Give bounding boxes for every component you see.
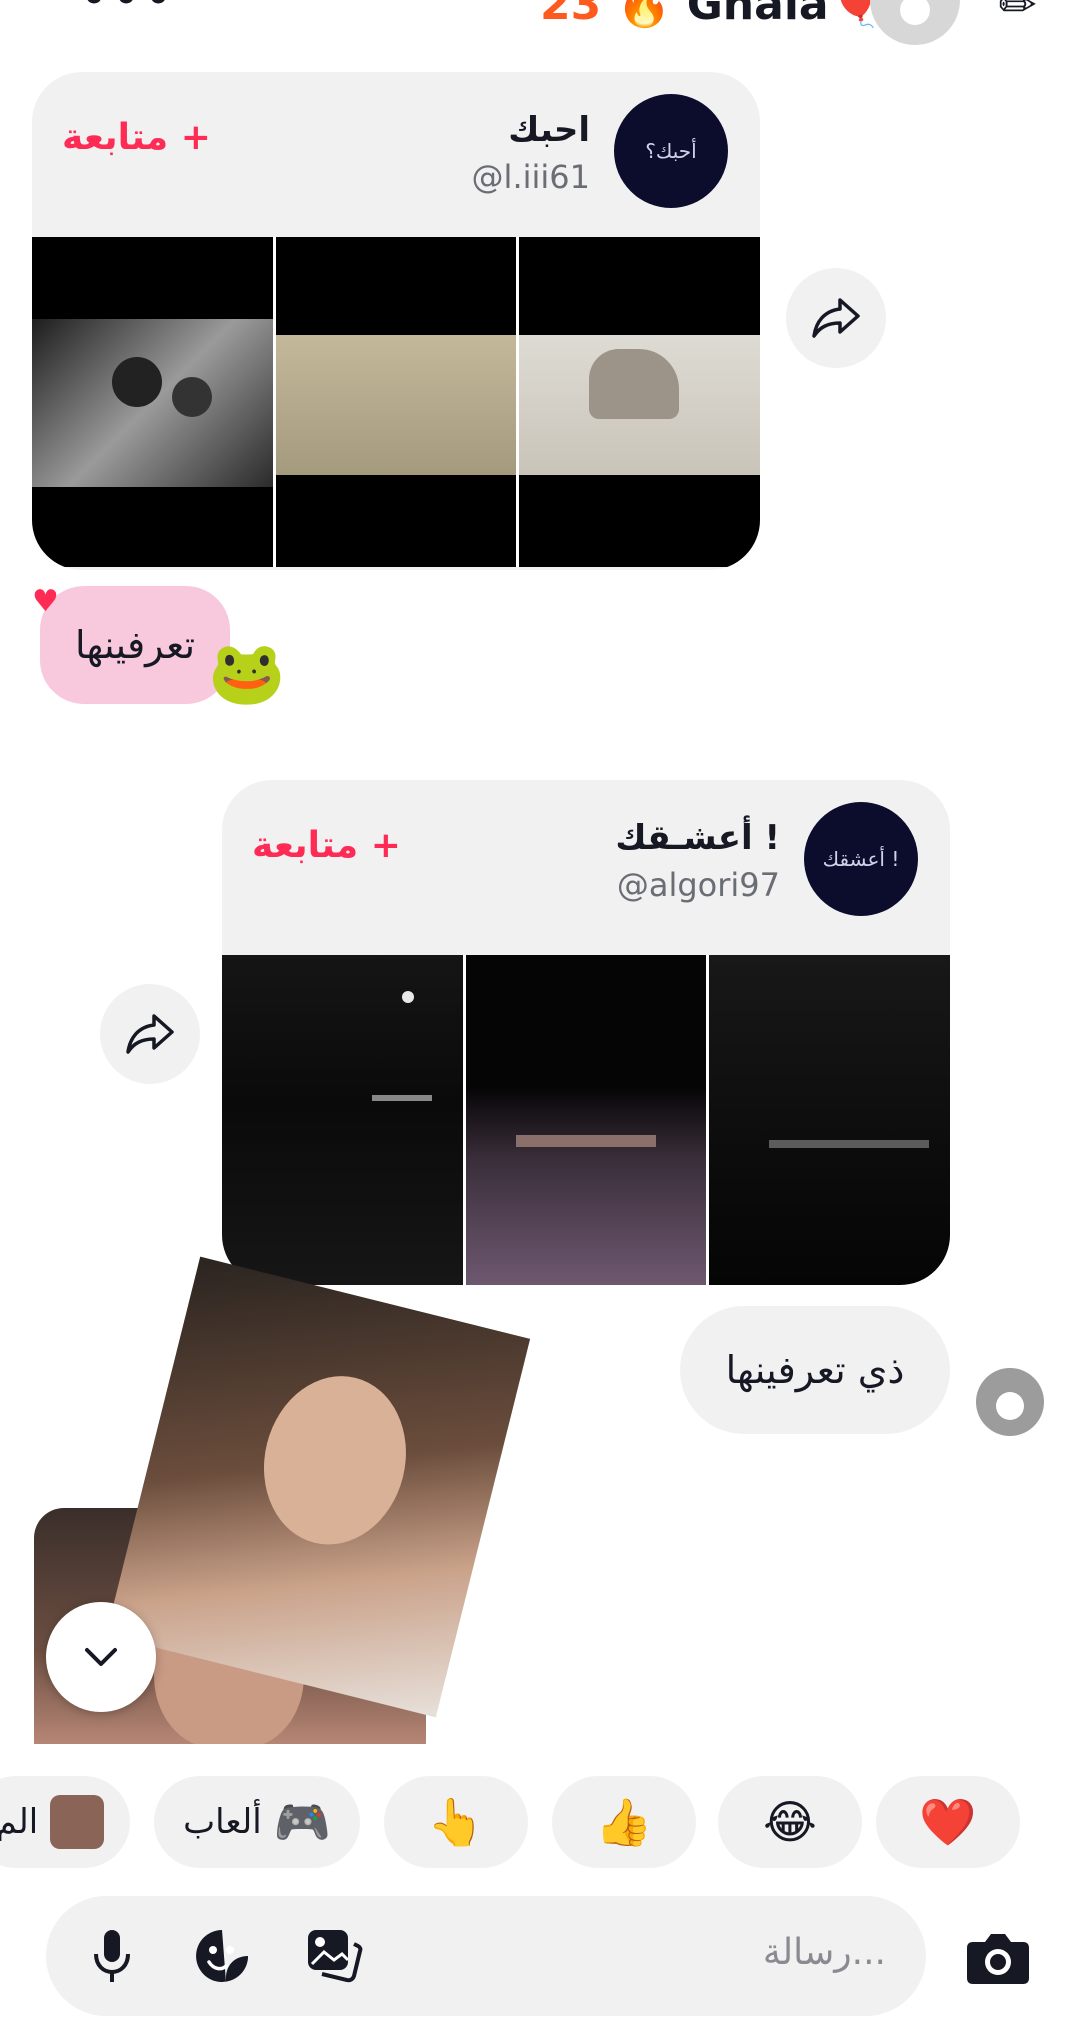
share-icon (126, 1014, 174, 1054)
chevron-down-icon (85, 1648, 117, 1666)
mic-icon[interactable] (76, 1920, 148, 1992)
quick-reply-thumbs-up[interactable]: 👍 (552, 1776, 696, 1868)
my-avatar[interactable] (976, 1368, 1044, 1436)
quick-reply-point[interactable]: 👆 (384, 1776, 528, 1868)
message-text: ذي تعرفينها (725, 1348, 905, 1392)
follow-button[interactable]: متابعة + (252, 825, 401, 866)
point-up-icon: 👆 (427, 1794, 485, 1849)
quick-reply-laugh[interactable]: 😂 (718, 1776, 862, 1868)
heart-icon: ❤️ (919, 1794, 977, 1849)
video-thumbnail[interactable] (32, 237, 273, 567)
profile-handle: @l.iii61 (471, 158, 590, 196)
avatar-icon (50, 1795, 105, 1849)
games-label: ألعاب (183, 1802, 262, 1842)
avatar-text: أحبك؟ (645, 139, 697, 163)
follow-button[interactable]: متابعة + (62, 117, 211, 158)
chat-title: 23 🔥 Ghala🎈. (540, 0, 900, 30)
thumbs-up-icon: 👍 (595, 1794, 653, 1849)
heart-reaction-icon: ♥ (32, 584, 59, 619)
message-composer[interactable]: رسالة... (46, 1896, 926, 2016)
video-thumbnail[interactable] (222, 955, 463, 1285)
video-thumbnail[interactable] (519, 237, 760, 567)
laugh-icon: 😂 (763, 1795, 817, 1849)
profile-handle: @algori97 (616, 866, 780, 904)
streak-count: 23 (540, 0, 602, 30)
share-icon (812, 298, 860, 338)
edit-icon[interactable]: ✎ (987, 0, 1049, 37)
share-button[interactable] (786, 268, 886, 368)
video-thumbnail[interactable] (709, 955, 950, 1285)
message-bubble[interactable]: تعرفينها (40, 586, 230, 704)
sticker-icon[interactable] (186, 1920, 258, 1992)
shared-profile-card[interactable]: أحبك؟ احبك @l.iii61 متابعة + (32, 72, 760, 570)
message-bubble[interactable]: ذي تعرفينها (680, 1306, 950, 1434)
video-thumbnail[interactable] (275, 237, 517, 567)
profile-avatar[interactable]: أحبك؟ (614, 94, 728, 208)
camera-icon[interactable] (958, 1918, 1038, 1998)
message-text: تعرفينها (74, 623, 196, 667)
partial-label: الم (0, 1802, 39, 1842)
share-button[interactable] (100, 984, 200, 1084)
video-thumbnail[interactable] (465, 955, 707, 1285)
header-avatar[interactable] (870, 0, 960, 45)
quick-reply-heart[interactable]: ❤️ (876, 1776, 1020, 1868)
scroll-down-button[interactable] (46, 1602, 156, 1712)
chat-title-name: Ghala (686, 0, 829, 30)
photo-message[interactable] (105, 1256, 531, 1718)
profile-name: أعشـقك ! (615, 818, 780, 858)
shared-profile-card[interactable]: أعشقك ! أعشـقك ! @algori97 متابعة + (222, 780, 950, 1285)
profile-name: احبك (508, 110, 590, 150)
gallery-icon[interactable] (298, 1920, 370, 1992)
fire-icon: 🔥 (616, 0, 672, 30)
avatar-text: أعشقك ! (822, 847, 900, 871)
frog-sticker-icon: 🐸 (208, 636, 286, 709)
quick-reply-chip[interactable]: الم (0, 1776, 130, 1868)
message-input[interactable]: رسالة... (763, 1932, 886, 1973)
profile-avatar[interactable]: أعشقك ! (804, 802, 918, 916)
more-options-icon[interactable]: ••• (80, 0, 176, 23)
games-chip[interactable]: ألعاب 🎮 (154, 1776, 360, 1868)
gamepad-icon: 🎮 (273, 1794, 331, 1849)
